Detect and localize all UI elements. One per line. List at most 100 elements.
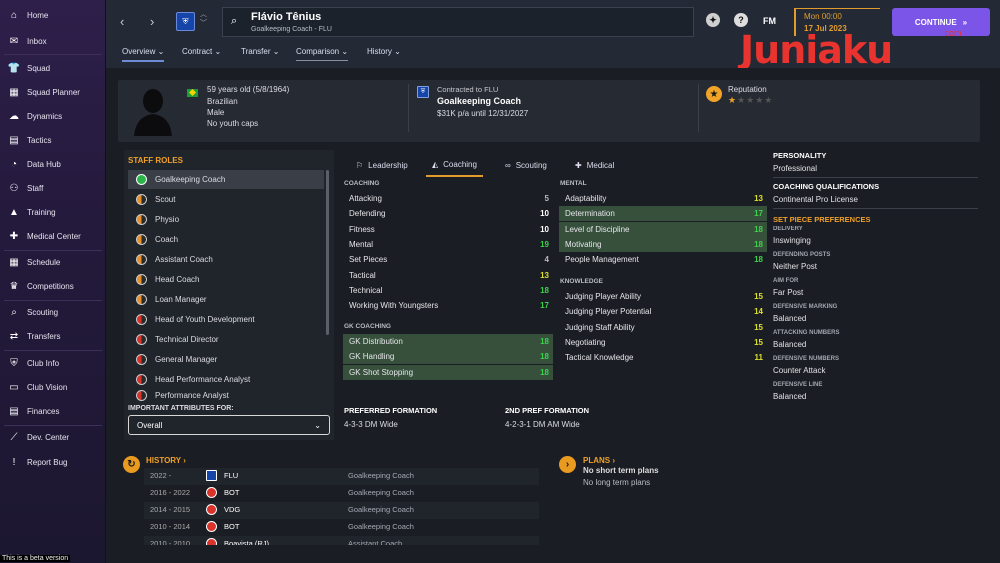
sidebar-item-transfers[interactable]: ⇄ Transfers bbox=[0, 326, 106, 346]
attribute-row: Fitness 10 bbox=[343, 222, 553, 237]
sidebar-item-competitions[interactable]: ♛ Competitions bbox=[0, 276, 106, 296]
history-row[interactable]: 2022 - FLU Goalkeeping Coach bbox=[144, 468, 539, 485]
staff-role-item[interactable]: Head Performance Analyst bbox=[128, 370, 324, 389]
club-badge-icon[interactable]: ⛨ bbox=[176, 12, 195, 31]
history-icon: ↻ bbox=[123, 456, 140, 473]
history-link[interactable]: HISTORY › bbox=[146, 456, 186, 465]
set-piece-pref-label: DEFENSIVE NUMBERS bbox=[773, 356, 840, 362]
sidebar-item-label: Staff bbox=[27, 183, 44, 193]
sidebar-item-club-vision[interactable]: ▭ Club Vision bbox=[0, 377, 106, 397]
attribute-value: 18 bbox=[754, 255, 763, 265]
attribute-value: 11 bbox=[754, 353, 763, 363]
person-subtitle: Goalkeeping Coach - FLU bbox=[251, 26, 332, 33]
attribute-row: Tactical Knowledge 11 bbox=[559, 350, 767, 365]
sidebar-item-home[interactable]: ⌂ Home bbox=[0, 5, 106, 25]
sidebar-item-squad-planner[interactable]: ▦ Squad Planner bbox=[0, 82, 106, 102]
tab-comparison[interactable]: Comparison ⌄ bbox=[296, 47, 349, 61]
attribute-value: 18 bbox=[540, 367, 549, 377]
sidebar-item-finances[interactable]: ▤ Finances bbox=[0, 401, 106, 421]
history-row[interactable]: 2010 - 2014 BOT Goalkeeping Coach bbox=[144, 519, 539, 536]
forward-arrow-icon[interactable]: › bbox=[150, 14, 154, 29]
up-down-icon[interactable]: ︿ ﹀ bbox=[200, 10, 207, 28]
staff-role-item[interactable]: Technical Director bbox=[128, 330, 324, 349]
plans-icon: › bbox=[559, 456, 576, 473]
set-piece-pref-value: Balanced bbox=[773, 314, 807, 323]
staff-role-item[interactable]: Coach bbox=[128, 230, 324, 249]
tab-coaching[interactable]: ◭ Coaching bbox=[426, 153, 483, 177]
continue-button[interactable]: CONTINUE » bbox=[892, 8, 990, 36]
training-icon: ▲ bbox=[9, 206, 19, 218]
attribute-label: Determination bbox=[565, 209, 615, 219]
search-input[interactable]: ⌕ Flávio Tênius Goalkeeping Coach - FLU bbox=[222, 7, 694, 37]
set-piece-pref-value: Balanced bbox=[773, 340, 807, 349]
attr-tab-label: Coaching bbox=[443, 159, 477, 169]
staff-role-item[interactable]: Loan Manager bbox=[128, 290, 324, 309]
staff-role-label: Scout bbox=[155, 195, 176, 204]
history-title: HISTORY bbox=[146, 456, 181, 465]
plans-link[interactable]: PLANS › bbox=[583, 456, 615, 465]
divider bbox=[773, 208, 978, 209]
tab-medical[interactable]: ✚ Medical bbox=[569, 153, 620, 177]
sidebar-item-scouting[interactable]: ⌕ Scouting bbox=[0, 302, 106, 322]
staff-role-item[interactable]: Head Coach bbox=[128, 270, 324, 289]
world-icon[interactable]: ✦ bbox=[706, 13, 720, 27]
history-row[interactable]: 2010 - 2010 Boavista (RJ) Assistant Coach bbox=[144, 536, 539, 545]
roles-scrollbar[interactable] bbox=[326, 170, 329, 335]
help-icon[interactable]: ? bbox=[734, 13, 748, 27]
tab-history[interactable]: History ⌄ bbox=[367, 47, 401, 60]
set-piece-pref-value: Balanced bbox=[773, 392, 807, 401]
back-arrow-icon[interactable]: ‹ bbox=[120, 14, 124, 29]
attribute-value: 18 bbox=[754, 239, 763, 249]
sidebar-item-data-hub[interactable]: ◔ Data Hub bbox=[0, 154, 106, 174]
staff-role-item[interactable]: General Manager bbox=[128, 350, 324, 369]
sidebar-item-inbox[interactable]: ✉ Inbox bbox=[0, 31, 106, 51]
divider bbox=[773, 177, 978, 178]
attribute-value: 13 bbox=[754, 194, 763, 203]
reputation-star-icon: ★ bbox=[706, 86, 722, 102]
club-crest-icon bbox=[206, 521, 217, 532]
tab-overview[interactable]: Overview ⌄ bbox=[122, 47, 165, 62]
sidebar-item-dynamics[interactable]: ☁ Dynamics bbox=[0, 106, 106, 126]
attribute-label: Tactical bbox=[349, 270, 376, 280]
fm-logo[interactable]: FM bbox=[763, 16, 776, 26]
tab-contract[interactable]: Contract ⌄ bbox=[182, 47, 221, 60]
attribute-label: GK Handling bbox=[349, 352, 395, 362]
chevron-down-icon: ⌄ bbox=[339, 47, 349, 56]
sidebar-item-squad[interactable]: 👕 Squad bbox=[0, 58, 106, 78]
divider bbox=[698, 84, 699, 132]
history-role: Goalkeeping Coach bbox=[348, 488, 414, 497]
club-crest-icon[interactable]: ⛨ bbox=[417, 86, 429, 98]
staff-role-item[interactable]: Physio bbox=[128, 210, 324, 229]
dev-center-icon: ⟋ bbox=[10, 431, 18, 443]
sidebar-item-report-bug[interactable]: ! Report Bug bbox=[0, 452, 106, 472]
sidebar-item-schedule[interactable]: ▦ Schedule bbox=[0, 252, 106, 272]
sidebar-item-label: Training bbox=[27, 207, 56, 217]
sidebar-item-staff[interactable]: ⚇ Staff bbox=[0, 178, 106, 198]
staff-roles-title: STAFF ROLES bbox=[128, 156, 183, 165]
history-club: BOT bbox=[224, 488, 240, 497]
tab-leadership[interactable]: ⚐ Leadership bbox=[350, 153, 414, 177]
history-row[interactable]: 2016 - 2022 BOT Goalkeeping Coach bbox=[144, 485, 539, 502]
important-attributes-select[interactable]: Overall ⌄ bbox=[128, 415, 330, 435]
attribute-label: Set Pieces bbox=[349, 255, 388, 265]
sidebar-item-dev-center[interactable]: ⟋ Dev. Center bbox=[0, 427, 106, 447]
set-piece-pref-label: AIM FOR bbox=[773, 278, 799, 284]
role-suitability-icon bbox=[136, 354, 147, 365]
staff-role-item[interactable]: Scout bbox=[128, 190, 324, 209]
staff-role-label: Assistant Coach bbox=[155, 255, 213, 264]
tab-scouting[interactable]: ∞ Scouting bbox=[499, 153, 553, 177]
staff-role-item[interactable]: Assistant Coach bbox=[128, 250, 324, 269]
attribute-row: GK Distribution 18 bbox=[343, 334, 553, 349]
history-row[interactable]: 2014 - 2015 VDG Goalkeeping Coach bbox=[144, 502, 539, 519]
staff-role-item[interactable]: Goalkeeping Coach bbox=[128, 170, 324, 189]
sidebar-item-training[interactable]: ▲ Training bbox=[0, 202, 106, 222]
sidebar-item-tactics[interactable]: ▤ Tactics bbox=[0, 130, 106, 150]
staff-role-item[interactable]: Performance Analyst bbox=[128, 390, 324, 401]
staff-role-label: Loan Manager bbox=[155, 295, 207, 304]
sidebar-item-medical-center[interactable]: ✚ Medical Center bbox=[0, 226, 106, 246]
history-role: Goalkeeping Coach bbox=[348, 505, 414, 514]
attribute-value: 15 bbox=[754, 292, 763, 301]
tab-transfer[interactable]: Transfer ⌄ bbox=[241, 47, 279, 60]
sidebar-item-club-info[interactable]: ⛨ Club Info bbox=[0, 353, 106, 373]
staff-role-item[interactable]: Head of Youth Development bbox=[128, 310, 324, 329]
